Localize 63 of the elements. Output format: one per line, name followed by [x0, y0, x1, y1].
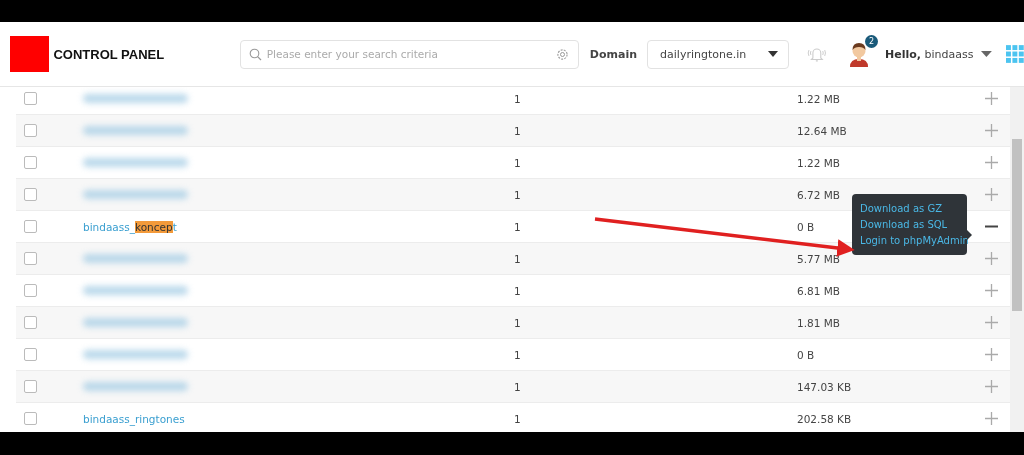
row-checkbox[interactable] [24, 316, 37, 329]
plus-icon[interactable] [985, 316, 998, 329]
plus-icon[interactable] [985, 156, 998, 169]
plus-icon[interactable] [985, 92, 998, 105]
menu-item[interactable]: Download as GZ [860, 202, 942, 216]
plus-icon[interactable] [985, 188, 998, 201]
table-cell: 0 B [797, 220, 815, 233]
domain-select[interactable]: dailyringtone.in [647, 39, 790, 69]
plus-icon[interactable] [985, 252, 998, 265]
bell-icon[interactable] [806, 45, 829, 63]
apps-grid-icon[interactable] [1006, 45, 1024, 63]
table-cell: 6.72 MB [797, 188, 840, 201]
table-cell-text: 1 [514, 348, 522, 361]
table-cell-text: 1 [514, 188, 522, 201]
table-cell-text: 1 [514, 380, 522, 393]
table-cell-text: 1 [514, 220, 522, 233]
plus-icon[interactable] [985, 380, 998, 393]
domain-label: Domain [589, 47, 638, 61]
table-cell: 0 B [797, 348, 815, 361]
table-cell-text: 1 [514, 316, 522, 329]
database-link[interactable]: bindaass_ringtones [83, 412, 185, 425]
caret-icon [768, 51, 779, 57]
row-checkbox[interactable] [24, 348, 37, 361]
row-checkbox[interactable] [24, 188, 37, 201]
menu-item[interactable]: Login to phpMyAdmin [860, 234, 969, 248]
row-checkbox[interactable] [24, 252, 37, 265]
table-cell: 5.77 MB [797, 252, 840, 265]
scrollbar[interactable] [1010, 87, 1024, 432]
row-checkbox[interactable] [24, 124, 37, 137]
table-cell: 202.58 KB [797, 412, 852, 425]
row-checkbox[interactable] [24, 380, 37, 393]
table-cell: 147.03 KB [797, 380, 852, 393]
row-checkbox[interactable] [24, 156, 37, 169]
user-greeting[interactable]: Hello, bindaass [885, 47, 974, 61]
table-cell: 1.81 MB [797, 316, 840, 329]
caret-icon[interactable] [981, 51, 993, 57]
scrollbar-thumb[interactable] [1012, 139, 1022, 311]
settings-icon[interactable] [555, 47, 569, 61]
row-checkbox[interactable] [24, 284, 37, 297]
row-checkbox[interactable] [24, 92, 37, 105]
search-field[interactable]: Please enter your search criteria [239, 39, 579, 69]
avatar-icon[interactable] [848, 41, 871, 67]
table-cell-text: 1 [514, 92, 522, 105]
search-icon [248, 47, 262, 61]
plus-icon[interactable] [985, 284, 998, 297]
plus-icon[interactable] [985, 412, 998, 425]
menu-item[interactable]: Download as SQL [860, 218, 948, 232]
table-cell: 1.22 MB [797, 92, 840, 105]
logo-icon [10, 36, 50, 72]
table-cell-text: 1 [514, 412, 522, 425]
plus-icon[interactable] [985, 348, 998, 361]
table-cell-text: 1 [514, 124, 522, 137]
table-cell: 1.22 MB [797, 156, 840, 169]
table-cell: 6.81 MB [797, 284, 840, 297]
plus-icon[interactable] [985, 124, 998, 137]
row-checkbox[interactable] [24, 220, 37, 233]
table-cell-text: 1 [514, 156, 522, 169]
table-cell: 12.64 MB [797, 124, 847, 137]
row-checkbox[interactable] [24, 412, 37, 425]
table-cell-text: 1 [514, 252, 522, 265]
notification-badge: 2 [865, 35, 879, 48]
table-cell-text: 1 [514, 284, 522, 297]
app-title: CONTROL PANEL [53, 46, 166, 62]
